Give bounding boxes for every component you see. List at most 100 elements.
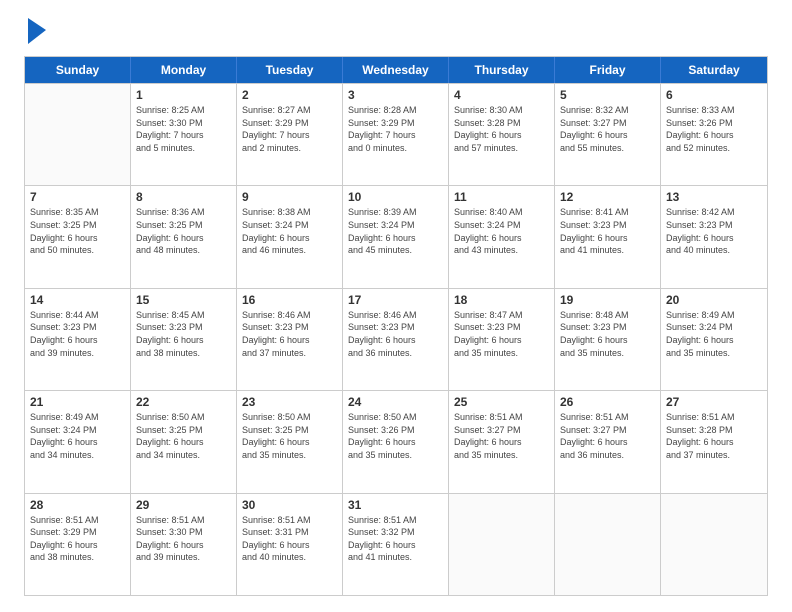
day-info: Sunrise: 8:51 AM Sunset: 3:28 PM Dayligh…	[666, 411, 762, 461]
calendar-body: 1 Sunrise: 8:25 AM Sunset: 3:30 PM Daylig…	[25, 83, 767, 595]
day-info: Sunrise: 8:46 AM Sunset: 3:23 PM Dayligh…	[348, 309, 443, 359]
day-number: 25	[454, 395, 549, 409]
day-info: Sunrise: 8:49 AM Sunset: 3:24 PM Dayligh…	[666, 309, 762, 359]
calendar-cell: 21Sunrise: 8:49 AM Sunset: 3:24 PM Dayli…	[25, 391, 131, 492]
header-day-friday: Friday	[555, 57, 661, 83]
day-number: 23	[242, 395, 337, 409]
logo	[24, 20, 48, 46]
calendar-cell: 9Sunrise: 8:38 AM Sunset: 3:24 PM Daylig…	[237, 186, 343, 287]
day-number: 27	[666, 395, 762, 409]
calendar-cell: 22 Sunrise: 8:50 AM Sunset: 3:25 PM Dayli…	[131, 391, 237, 492]
calendar-cell: 1 Sunrise: 8:25 AM Sunset: 3:30 PM Daylig…	[131, 84, 237, 185]
header-day-thursday: Thursday	[449, 57, 555, 83]
calendar-row-1: 7Sunrise: 8:35 AM Sunset: 3:25 PM Daylig…	[25, 185, 767, 287]
header-day-wednesday: Wednesday	[343, 57, 449, 83]
day-info: Sunrise: 8:41 AM Sunset: 3:23 PM Dayligh…	[560, 206, 655, 256]
day-info: Sunrise: 8:27 AM Sunset: 3:29 PM Dayligh…	[242, 104, 337, 154]
calendar-cell: 19 Sunrise: 8:48 AM Sunset: 3:23 PM Dayli…	[555, 289, 661, 390]
calendar-cell: 3 Sunrise: 8:28 AM Sunset: 3:29 PM Daylig…	[343, 84, 449, 185]
calendar-row-4: 28 Sunrise: 8:51 AM Sunset: 3:29 PM Dayli…	[25, 493, 767, 595]
calendar-cell: 26 Sunrise: 8:51 AM Sunset: 3:27 PM Dayli…	[555, 391, 661, 492]
day-info: Sunrise: 8:30 AM Sunset: 3:28 PM Dayligh…	[454, 104, 549, 154]
calendar: SundayMondayTuesdayWednesdayThursdayFrid…	[24, 56, 768, 596]
day-number: 2	[242, 88, 337, 102]
calendar-cell: 14 Sunrise: 8:44 AM Sunset: 3:23 PM Dayli…	[25, 289, 131, 390]
calendar-cell: 4 Sunrise: 8:30 AM Sunset: 3:28 PM Daylig…	[449, 84, 555, 185]
day-number: 18	[454, 293, 549, 307]
calendar-cell: 29 Sunrise: 8:51 AM Sunset: 3:30 PM Dayli…	[131, 494, 237, 595]
calendar-cell: 2 Sunrise: 8:27 AM Sunset: 3:29 PM Daylig…	[237, 84, 343, 185]
day-number: 29	[136, 498, 231, 512]
header-day-saturday: Saturday	[661, 57, 767, 83]
day-info: Sunrise: 8:51 AM Sunset: 3:30 PM Dayligh…	[136, 514, 231, 564]
day-number: 19	[560, 293, 655, 307]
calendar-row-3: 21Sunrise: 8:49 AM Sunset: 3:24 PM Dayli…	[25, 390, 767, 492]
day-number: 12	[560, 190, 655, 204]
day-info: Sunrise: 8:50 AM Sunset: 3:26 PM Dayligh…	[348, 411, 443, 461]
calendar-cell: 12 Sunrise: 8:41 AM Sunset: 3:23 PM Dayli…	[555, 186, 661, 287]
day-info: Sunrise: 8:51 AM Sunset: 3:32 PM Dayligh…	[348, 514, 443, 564]
calendar-cell: 25 Sunrise: 8:51 AM Sunset: 3:27 PM Dayli…	[449, 391, 555, 492]
day-number: 24	[348, 395, 443, 409]
day-info: Sunrise: 8:28 AM Sunset: 3:29 PM Dayligh…	[348, 104, 443, 154]
day-info: Sunrise: 8:44 AM Sunset: 3:23 PM Dayligh…	[30, 309, 125, 359]
day-info: Sunrise: 8:36 AM Sunset: 3:25 PM Dayligh…	[136, 206, 231, 256]
calendar-cell: 11 Sunrise: 8:40 AM Sunset: 3:24 PM Dayli…	[449, 186, 555, 287]
day-info: Sunrise: 8:47 AM Sunset: 3:23 PM Dayligh…	[454, 309, 549, 359]
calendar-cell: 18 Sunrise: 8:47 AM Sunset: 3:23 PM Dayli…	[449, 289, 555, 390]
calendar-cell: 27 Sunrise: 8:51 AM Sunset: 3:28 PM Dayli…	[661, 391, 767, 492]
day-info: Sunrise: 8:32 AM Sunset: 3:27 PM Dayligh…	[560, 104, 655, 154]
header-day-tuesday: Tuesday	[237, 57, 343, 83]
day-info: Sunrise: 8:25 AM Sunset: 3:30 PM Dayligh…	[136, 104, 231, 154]
day-number: 1	[136, 88, 231, 102]
page: SundayMondayTuesdayWednesdayThursdayFrid…	[0, 0, 792, 612]
day-number: 26	[560, 395, 655, 409]
day-number: 10	[348, 190, 443, 204]
day-info: Sunrise: 8:46 AM Sunset: 3:23 PM Dayligh…	[242, 309, 337, 359]
calendar-cell: 13 Sunrise: 8:42 AM Sunset: 3:23 PM Dayli…	[661, 186, 767, 287]
day-info: Sunrise: 8:51 AM Sunset: 3:29 PM Dayligh…	[30, 514, 125, 564]
day-number: 14	[30, 293, 125, 307]
day-info: Sunrise: 8:50 AM Sunset: 3:25 PM Dayligh…	[136, 411, 231, 461]
day-number: 13	[666, 190, 762, 204]
day-info: Sunrise: 8:33 AM Sunset: 3:26 PM Dayligh…	[666, 104, 762, 154]
day-number: 30	[242, 498, 337, 512]
day-number: 20	[666, 293, 762, 307]
day-number: 4	[454, 88, 549, 102]
calendar-cell: 16 Sunrise: 8:46 AM Sunset: 3:23 PM Dayli…	[237, 289, 343, 390]
day-number: 11	[454, 190, 549, 204]
day-number: 5	[560, 88, 655, 102]
day-info: Sunrise: 8:51 AM Sunset: 3:27 PM Dayligh…	[454, 411, 549, 461]
day-info: Sunrise: 8:42 AM Sunset: 3:23 PM Dayligh…	[666, 206, 762, 256]
day-info: Sunrise: 8:50 AM Sunset: 3:25 PM Dayligh…	[242, 411, 337, 461]
calendar-cell	[25, 84, 131, 185]
calendar-cell: 31 Sunrise: 8:51 AM Sunset: 3:32 PM Dayli…	[343, 494, 449, 595]
calendar-cell: 5 Sunrise: 8:32 AM Sunset: 3:27 PM Daylig…	[555, 84, 661, 185]
calendar-header: SundayMondayTuesdayWednesdayThursdayFrid…	[25, 57, 767, 83]
day-info: Sunrise: 8:48 AM Sunset: 3:23 PM Dayligh…	[560, 309, 655, 359]
day-number: 3	[348, 88, 443, 102]
calendar-cell: 7Sunrise: 8:35 AM Sunset: 3:25 PM Daylig…	[25, 186, 131, 287]
day-number: 15	[136, 293, 231, 307]
calendar-cell	[449, 494, 555, 595]
calendar-cell	[661, 494, 767, 595]
calendar-cell	[555, 494, 661, 595]
header-day-sunday: Sunday	[25, 57, 131, 83]
day-number: 31	[348, 498, 443, 512]
day-number: 28	[30, 498, 125, 512]
calendar-cell: 24 Sunrise: 8:50 AM Sunset: 3:26 PM Dayli…	[343, 391, 449, 492]
calendar-cell: 6Sunrise: 8:33 AM Sunset: 3:26 PM Daylig…	[661, 84, 767, 185]
calendar-cell: 23 Sunrise: 8:50 AM Sunset: 3:25 PM Dayli…	[237, 391, 343, 492]
day-number: 16	[242, 293, 337, 307]
day-number: 17	[348, 293, 443, 307]
logo-icon	[26, 16, 48, 46]
calendar-cell: 28 Sunrise: 8:51 AM Sunset: 3:29 PM Dayli…	[25, 494, 131, 595]
day-info: Sunrise: 8:35 AM Sunset: 3:25 PM Dayligh…	[30, 206, 125, 256]
day-info: Sunrise: 8:51 AM Sunset: 3:27 PM Dayligh…	[560, 411, 655, 461]
day-number: 22	[136, 395, 231, 409]
day-info: Sunrise: 8:39 AM Sunset: 3:24 PM Dayligh…	[348, 206, 443, 256]
calendar-cell: 8Sunrise: 8:36 AM Sunset: 3:25 PM Daylig…	[131, 186, 237, 287]
day-info: Sunrise: 8:40 AM Sunset: 3:24 PM Dayligh…	[454, 206, 549, 256]
day-info: Sunrise: 8:49 AM Sunset: 3:24 PM Dayligh…	[30, 411, 125, 461]
header-day-monday: Monday	[131, 57, 237, 83]
